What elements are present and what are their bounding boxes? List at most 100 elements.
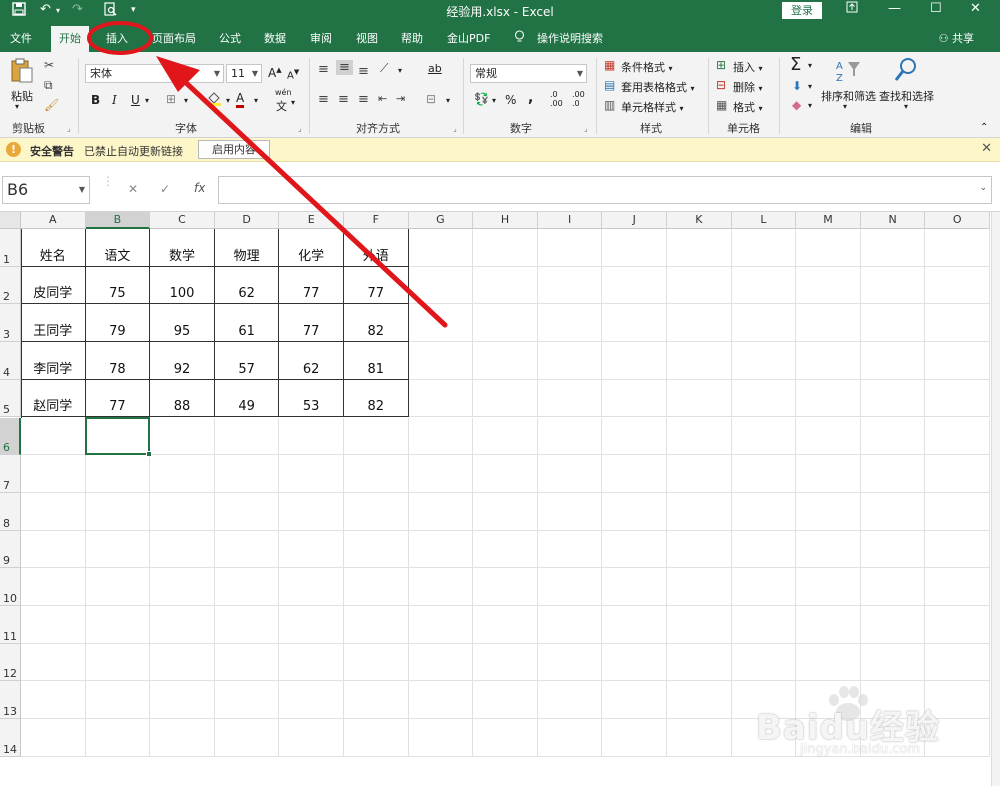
name-box[interactable]: B6 ▼ [2,176,90,204]
grid-cell[interactable] [344,492,409,531]
row-header[interactable]: 9 [0,530,21,569]
tab-data[interactable]: 数据 [264,30,286,46]
find-select-icon[interactable] [893,56,919,87]
sort-filter-label[interactable]: 排序和筛选 [821,88,876,104]
orientation-icon[interactable]: ⟋ [380,61,388,76]
grid-cell[interactable]: 57 [214,342,280,380]
decrease-indent-icon[interactable]: ⇤ [378,92,387,105]
grid-cell[interactable]: 82 [344,379,409,418]
minimize-icon[interactable]: — [888,1,901,16]
borders-icon[interactable]: ⊞ [166,92,176,106]
autosum-dropdown-icon[interactable]: ▾ [808,61,812,70]
grid-cell[interactable] [925,304,990,343]
grid-cell[interactable] [150,568,215,606]
grid-cell[interactable] [796,606,861,644]
grid-cell[interactable] [537,342,603,380]
login-button[interactable]: 登录 [782,2,822,19]
grid-cell[interactable]: 62 [214,266,280,305]
tab-formulas[interactable]: 公式 [219,30,241,46]
grid-cell[interactable] [796,568,861,606]
grid-cell[interactable] [473,530,538,569]
align-bottom-icon[interactable]: ≡ [358,64,369,79]
grid-cell[interactable] [731,643,797,682]
grid-cell[interactable] [602,342,667,380]
grid-cell[interactable] [796,417,861,456]
grid-cell[interactable] [731,379,797,418]
grid-cell[interactable]: 81 [344,342,409,380]
grid-cell[interactable] [214,681,280,720]
chevron-down-icon[interactable]: ⌄ [979,183,987,193]
row-header[interactable]: 3 [0,304,21,343]
grid-cell[interactable]: 79 [85,304,151,343]
grid-cell[interactable] [731,606,797,644]
grid-cell[interactable] [344,643,409,682]
grid-cell[interactable] [667,492,732,531]
grid-cell[interactable] [602,530,667,569]
grid-cell[interactable] [408,455,474,493]
conditional-format-button[interactable]: 条件格式 ▾ [621,59,673,75]
row-header[interactable]: 6 [0,417,21,456]
tell-me-search[interactable]: 操作说明搜索 [537,30,603,46]
grid-cell[interactable] [860,455,926,493]
cell-styles-button[interactable]: 单元格样式 ▾ [621,99,684,115]
grid-cell[interactable] [408,492,474,531]
grid-cell[interactable]: 77 [279,266,344,305]
grid-cell[interactable] [214,455,280,493]
grid-cell[interactable] [925,266,990,305]
grid-cell[interactable] [150,455,215,493]
grid-cell[interactable] [150,606,215,644]
share-button[interactable]: ⚇ 共享 [939,30,974,46]
grid-cell[interactable] [344,719,409,757]
grid-cell[interactable]: 78 [85,342,151,380]
row-header[interactable]: 2 [0,266,21,305]
tab-review[interactable]: 审阅 [310,30,332,46]
row-header[interactable]: 4 [0,342,21,380]
grid-cell[interactable] [85,455,151,493]
grid-cell[interactable] [150,492,215,531]
fill-color-icon[interactable] [206,90,222,109]
grid-cell[interactable] [667,266,732,305]
grid-cell[interactable] [537,304,603,343]
alignment-launcher-icon[interactable]: ⌟ [453,124,457,133]
grid-cell[interactable] [150,719,215,757]
grid-cell[interactable] [731,342,797,380]
grid-cell[interactable] [731,530,797,569]
grid-cell[interactable] [214,568,280,606]
grid-cell[interactable] [21,643,86,682]
grid-cell[interactable]: 李同学 [21,342,86,380]
grid-cell[interactable] [408,530,474,569]
enable-content-button[interactable]: 启用内容 [198,140,270,159]
tab-page-layout[interactable]: 页面布局 [152,30,196,46]
column-header[interactable]: K [667,212,732,229]
grid-cell[interactable] [602,455,667,493]
tab-help[interactable]: 帮助 [401,30,423,46]
grid-cell[interactable]: 77 [344,266,409,305]
grid-cell[interactable] [21,568,86,606]
grid-cell[interactable] [473,229,538,267]
grid-cell[interactable] [408,229,474,267]
grid-cell[interactable]: 77 [85,379,151,418]
grid-cell[interactable] [344,606,409,644]
fill-dropdown-icon[interactable]: ▾ [808,82,812,91]
accounting-dropdown-icon[interactable]: ▾ [492,96,496,105]
column-header[interactable]: I [537,212,603,229]
grid-cell[interactable] [473,266,538,305]
grid-cell[interactable]: 化学 [279,229,344,267]
insert-cells-button[interactable]: 插入 ▾ [733,59,763,75]
row-header[interactable]: 10 [0,568,21,606]
grid-cell[interactable] [860,342,926,380]
grid-cell[interactable] [21,606,86,644]
fill-color-dropdown-icon[interactable]: ▾ [226,96,230,105]
align-left-icon[interactable]: ≡ [318,92,329,107]
column-header[interactable]: J [602,212,667,229]
clear-dropdown-icon[interactable]: ▾ [808,101,812,110]
column-header[interactable]: E [279,212,344,229]
grid-cell[interactable] [473,379,538,418]
grid-cell[interactable] [85,530,151,569]
grid-cell[interactable] [731,266,797,305]
grid-cell[interactable] [925,492,990,531]
grid-cell[interactable] [21,455,86,493]
row-header[interactable]: 7 [0,455,21,493]
grid-cell[interactable] [667,681,732,720]
paste-icon[interactable] [10,58,34,87]
